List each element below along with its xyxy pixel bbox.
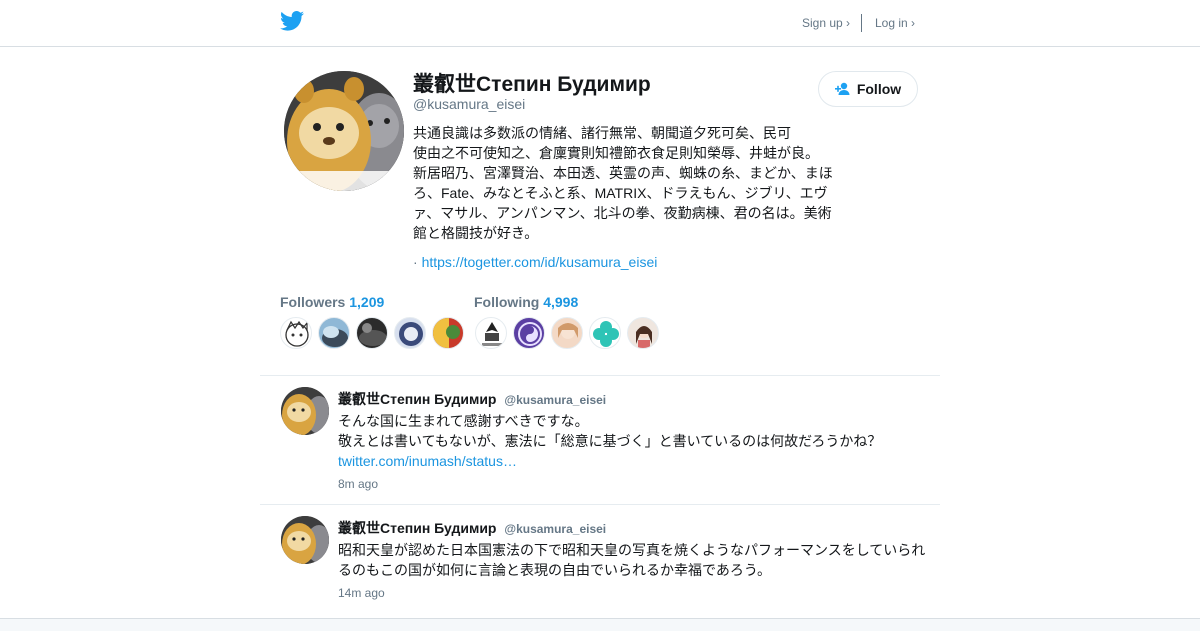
profile-bio: 共通良識は多数派の情緒、諸行無常、朝聞道夕死可矣、民可 使由之不可使知之、倉廩實…: [413, 123, 843, 243]
bio-line: ァ、マサル、アンパンマン、北斗の拳、夜勤病棟、君の名は。美術: [413, 205, 832, 221]
followers-stat[interactable]: Followers 1,209: [280, 294, 384, 310]
followers-count: 1,209: [349, 294, 385, 310]
tweet-header: 叢叡世Степин Будимир @kusamura_eisei: [338, 518, 606, 538]
tweet-timestamp[interactable]: 8m ago: [338, 477, 378, 491]
following-avatars: [475, 317, 659, 349]
tweet-line: そんな国に生まれて感謝すべきですな。: [338, 413, 589, 429]
top-bar: Sign up › Log in ›: [0, 0, 1200, 47]
tweet-text: そんな国に生まれて感謝すべきですな。 敬えとは書いてもないが、憲法に「総意に基づ…: [338, 411, 933, 471]
follower-avatar[interactable]: [432, 317, 464, 349]
bio-line: ろ、Fate、みなとそふと系、MATRIX、ドラえもん、ジブリ、エヴ: [413, 185, 828, 201]
following-label: Following: [474, 294, 540, 310]
tweet-author-name[interactable]: 叢叡世Степин Будимир: [338, 520, 496, 536]
bio-line: 館と格闘技が好き。: [413, 225, 539, 241]
bottom-bar: [0, 618, 1200, 631]
profile-handle: @kusamura_eisei: [413, 96, 526, 112]
following-avatar[interactable]: [551, 317, 583, 349]
avatar-plush-image: [284, 71, 404, 191]
tweet-author-name[interactable]: 叢叡世Степин Будимир: [338, 391, 496, 407]
tweet-author-handle[interactable]: @kusamura_eisei: [504, 522, 606, 536]
divider: [260, 504, 940, 505]
following-avatar[interactable]: [513, 317, 545, 349]
profile-url-line: · https://togetter.com/id/kusamura_eisei: [413, 254, 657, 270]
following-avatar[interactable]: [627, 317, 659, 349]
divider: [260, 375, 940, 376]
signup-link[interactable]: Sign up ›: [802, 16, 850, 30]
tweet-header: 叢叡世Степин Будимир @kusamura_eisei: [338, 389, 606, 409]
following-stat[interactable]: Following 4,998: [474, 294, 578, 310]
tweet-author-handle[interactable]: @kusamura_eisei: [504, 393, 606, 407]
bio-line: 新居昭乃、宮澤賢治、本田透、英霊の声、蜘蛛の糸、まどか、まほ: [413, 165, 833, 181]
follow-label: Follow: [856, 81, 902, 97]
twitter-bird-icon[interactable]: [280, 11, 304, 31]
add-user-icon: [834, 82, 850, 95]
bio-line: 使由之不可使知之、倉廩實則知禮節衣食足則知榮辱、井蛙が良。: [413, 145, 819, 161]
follower-avatar[interactable]: [356, 317, 388, 349]
following-avatar[interactable]: [475, 317, 507, 349]
profile-avatar[interactable]: [284, 71, 404, 191]
tweet-avatar[interactable]: [281, 516, 329, 564]
tweet-avatar[interactable]: [281, 387, 329, 435]
nav-separator: [861, 14, 862, 32]
followers-label: Followers: [280, 294, 346, 310]
follower-avatar[interactable]: [280, 317, 312, 349]
follower-avatar[interactable]: [318, 317, 350, 349]
login-link[interactable]: Log in ›: [875, 16, 915, 30]
profile-url-link[interactable]: https://togetter.com/id/kusamura_eisei: [422, 254, 658, 270]
following-avatar[interactable]: [589, 317, 621, 349]
followers-avatars: [280, 317, 464, 349]
tweet-timestamp[interactable]: 14m ago: [338, 586, 385, 600]
tweet-line: るのもこの国が如何に言論と表現の自由でいられるか幸福であろう。: [338, 562, 772, 578]
follow-button[interactable]: Follow: [818, 71, 918, 107]
following-count: 4,998: [543, 294, 579, 310]
tweet-line: 敬えとは書いてもないが、憲法に「総意に基づく」と書いているのは何故だろうかね？: [338, 433, 882, 449]
profile-name: 叢叡世Степин Будимир: [413, 73, 651, 96]
url-bullet: ·: [413, 254, 418, 270]
follower-avatar[interactable]: [394, 317, 426, 349]
tweet-line: 昭和天皇が認めた日本国憲法の下で昭和天皇の写真を焼くようなパフォーマンスをしてい…: [338, 542, 926, 558]
tweet-link[interactable]: twitter.com/inumash/status…: [338, 453, 517, 469]
tweet-text: 昭和天皇が認めた日本国憲法の下で昭和天皇の写真を焼くようなパフォーマンスをしてい…: [338, 540, 933, 580]
bio-line: 共通良識は多数派の情緒、諸行無常、朝聞道夕死可矣、民可: [413, 125, 791, 141]
